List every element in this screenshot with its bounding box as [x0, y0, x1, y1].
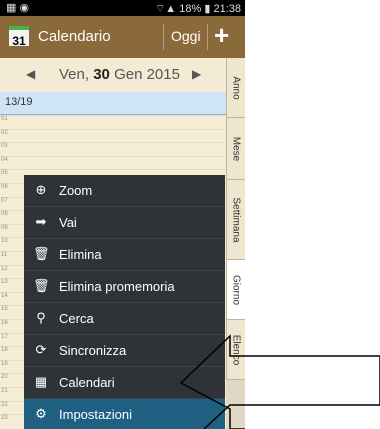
annotation-arrows — [179, 334, 380, 429]
